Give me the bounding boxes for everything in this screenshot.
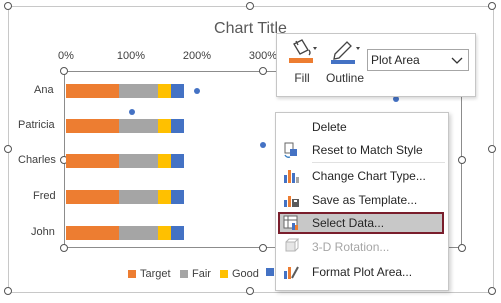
legend-swatch-good <box>220 270 228 278</box>
plot-area-handle[interactable] <box>458 244 466 252</box>
bar-segment[interactable] <box>157 84 172 98</box>
bar-segment[interactable] <box>66 226 119 240</box>
select-data-icon <box>278 214 304 232</box>
menu-item-label: Format Plot Area... <box>312 265 413 279</box>
chart-resize-handle[interactable] <box>246 2 254 10</box>
legend-swatch-series4 <box>266 268 274 276</box>
menu-separator <box>312 162 445 163</box>
fill-button[interactable]: Fill <box>283 38 321 85</box>
y-category-label: Fred <box>33 190 56 202</box>
bar-segment[interactable] <box>66 119 119 133</box>
menu-item-label: Save as Template... <box>312 193 418 207</box>
legend-item-good[interactable]: Good <box>220 268 259 280</box>
plot-area-handle[interactable] <box>259 67 267 75</box>
legend-swatch-target <box>128 270 136 278</box>
pen-outline-icon <box>331 41 360 64</box>
y-category-label: Patricia <box>18 119 55 131</box>
menu-item-reset-style[interactable]: Reset to Match Style <box>278 139 444 161</box>
bar-segment[interactable] <box>157 226 172 240</box>
x-tick-label: 100% <box>116 50 146 62</box>
legend[interactable]: Target <box>128 268 171 280</box>
bar-segment[interactable] <box>118 226 158 240</box>
y-category-label: John <box>31 226 55 238</box>
chart-element-selector-value: Plot Area <box>371 53 420 67</box>
change-chart-type-icon <box>278 167 304 185</box>
fill-label: Fill <box>294 71 310 85</box>
legend-item-fair[interactable]: Fair <box>180 268 211 280</box>
x-tick-label: 0% <box>58 50 74 62</box>
legend-swatch-fair <box>180 270 188 278</box>
bar-segment[interactable] <box>157 154 172 168</box>
x-tick-label: 200% <box>182 50 212 62</box>
chart-resize-handle[interactable] <box>4 287 12 295</box>
menu-item-3d-rotation[interactable]: 3-D Rotation... <box>278 236 444 258</box>
format-plot-area-icon <box>278 263 304 281</box>
bar-segment[interactable] <box>157 190 172 204</box>
menu-item-label: Delete <box>312 120 347 134</box>
chart-resize-handle[interactable] <box>488 2 496 10</box>
bar-segment[interactable] <box>118 154 158 168</box>
chart-resize-handle[interactable] <box>4 2 12 10</box>
menu-item-format-plot-area[interactable]: Format Plot Area... <box>278 261 444 283</box>
chart-element-selector[interactable]: Plot Area <box>367 49 469 71</box>
bar-segment[interactable] <box>66 84 119 98</box>
format-mini-toolbar: Fill Outline Plot Area <box>276 33 476 97</box>
menu-item-delete[interactable]: Delete <box>278 116 444 138</box>
bar-segment[interactable] <box>118 84 158 98</box>
context-menu: Delete Reset to Match Style Change Chart… <box>275 112 449 291</box>
plot-area-handle[interactable] <box>60 244 68 252</box>
bar-segment[interactable] <box>171 84 185 98</box>
y-category-label: Ana <box>34 84 54 96</box>
plot-area-handle[interactable] <box>60 67 68 75</box>
chart-resize-handle[interactable] <box>4 145 12 153</box>
menu-item-label: Change Chart Type... <box>312 169 426 183</box>
bar-segment[interactable] <box>157 119 172 133</box>
menu-item-change-chart-type[interactable]: Change Chart Type... <box>278 165 444 187</box>
chart-resize-handle[interactable] <box>488 287 496 295</box>
menu-item-label: Reset to Match Style <box>312 143 423 157</box>
plot-area-handle[interactable] <box>259 244 267 252</box>
outline-button[interactable]: Outline <box>323 38 367 85</box>
menu-item-label: Select Data... <box>312 216 385 230</box>
legend-label-good: Good <box>232 268 259 280</box>
y-category-label: Charles <box>18 154 56 166</box>
bar-segment[interactable] <box>171 226 185 240</box>
scatter-point[interactable] <box>128 109 135 115</box>
paint-bucket-icon <box>289 39 317 63</box>
chart-resize-handle[interactable] <box>488 145 496 153</box>
menu-item-label: 3-D Rotation... <box>312 240 390 254</box>
plot-area-handle[interactable] <box>458 156 466 164</box>
chevron-down-icon[interactable] <box>450 54 464 66</box>
chart-resize-handle[interactable] <box>246 287 254 295</box>
menu-item-save-template[interactable]: Save as Template... <box>278 189 444 211</box>
menu-item-select-data[interactable]: Select Data... <box>278 212 444 234</box>
outline-label: Outline <box>325 71 365 85</box>
bar-segment[interactable] <box>66 190 119 204</box>
legend-label-target: Target <box>140 268 171 280</box>
bar-segment[interactable] <box>118 119 158 133</box>
bar-segment[interactable] <box>171 154 185 168</box>
bar-segment[interactable] <box>171 119 185 133</box>
rotation-3d-icon <box>278 238 304 256</box>
bar-segment[interactable] <box>66 154 119 168</box>
reset-style-icon <box>278 141 304 159</box>
bar-segment[interactable] <box>171 190 185 204</box>
legend-label-fair: Fair <box>192 268 211 280</box>
x-tick-label: 300% <box>248 50 278 62</box>
save-template-icon <box>278 191 304 209</box>
bar-segment[interactable] <box>118 190 158 204</box>
